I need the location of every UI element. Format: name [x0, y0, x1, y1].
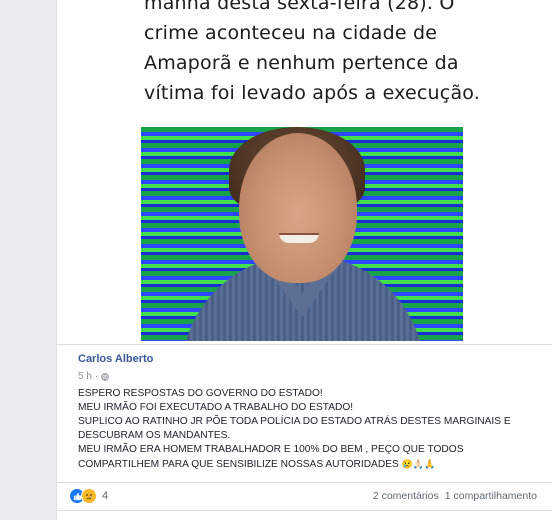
- comment-time[interactable]: 5 h: [78, 371, 92, 382]
- meta-separator: ·: [94, 371, 99, 382]
- reaction-count[interactable]: 4: [102, 490, 108, 502]
- message-line: MEU IRMÃO FOI EXECUTADO A TRABALHO DO ES…: [78, 402, 354, 413]
- comment-message: ESPERO RESPOSTAS DO GOVERNO DO ESTADO! M…: [78, 387, 538, 472]
- message-line: COMPARTILHEM PARA QUE SENSIBILIZE NOSSAS…: [78, 459, 402, 470]
- comment-author[interactable]: Carlos Alberto: [78, 353, 153, 365]
- article-line: vítima foi levado após a execução.: [144, 82, 481, 104]
- message-line: ESPERO RESPOSTAS DO GOVERNO DO ESTADO!: [78, 388, 323, 399]
- emoji-sequence: 😢🙏🏻🙏: [401, 459, 436, 469]
- sad-icon: [81, 488, 97, 504]
- article-text: manhã desta sexta-feira (28). O crime ac…: [144, 0, 524, 108]
- article-line: crime aconteceu na cidade de: [144, 22, 438, 44]
- post-card: manhã desta sexta-feira (28). O crime ac…: [56, 0, 552, 520]
- facebook-feed: manhã desta sexta-feira (28). O crime ac…: [0, 0, 552, 520]
- post-stats: 4 2 comentários 1 compartilhamento: [57, 483, 552, 509]
- message-line: DESCUBRAM OS MANDANTES.: [78, 430, 231, 441]
- reactions-summary[interactable]: 4: [69, 488, 108, 504]
- message-line-last: COMPARTILHEM PARA QUE SENSIBILIZE NOSSAS…: [78, 457, 538, 472]
- shares-count-link[interactable]: 1 compartilhamento: [445, 490, 537, 502]
- message-line: SUPLICO AO RATINHO JR PÕE TODA POLÍCIA D…: [78, 416, 511, 427]
- globe-icon: [101, 372, 110, 381]
- photo-smile: [279, 233, 319, 243]
- victim-photo[interactable]: [141, 127, 463, 341]
- comment-box: Carlos Alberto 5 h · ESPERO RESPOSTAS DO…: [57, 345, 552, 482]
- engagement-links: 2 comentários 1 compartilhamento: [373, 490, 537, 502]
- comments-count-link[interactable]: 2 comentários: [373, 490, 439, 502]
- article-line: manhã desta sexta-feira (28). O: [144, 0, 455, 14]
- feed-left-margin: [0, 0, 56, 520]
- comment-meta: 5 h ·: [78, 371, 110, 382]
- article-line: Amaporã e nenhum pertence da: [144, 52, 459, 74]
- message-line: MEU IRMÃO ERA HOMEM TRABALHADOR E 100% D…: [78, 444, 464, 455]
- action-bar-top: [57, 510, 552, 520]
- shared-image-post[interactable]: manhã desta sexta-feira (28). O crime ac…: [57, 0, 552, 344]
- photo-face: [239, 133, 357, 283]
